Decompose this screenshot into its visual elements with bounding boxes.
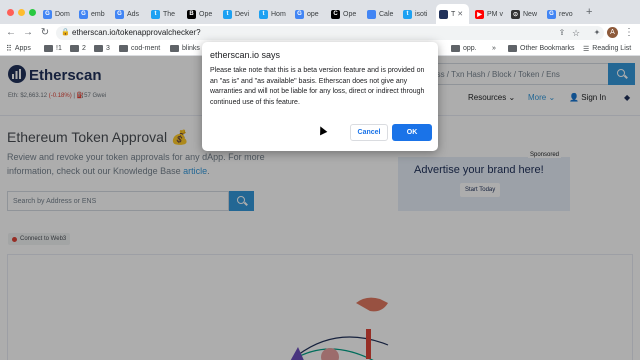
bookmark-folder[interactable]: 2 xyxy=(70,43,86,54)
tab-label: Ads xyxy=(127,10,140,18)
menu-icon[interactable]: ⋮ xyxy=(623,27,635,39)
folder-icon xyxy=(508,45,517,52)
bookmark-folder[interactable]: blinks xyxy=(170,43,200,54)
browser-tab[interactable]: T ✕ xyxy=(436,4,469,24)
browser-tab[interactable]: G Dom xyxy=(40,4,73,24)
browser-tab[interactable]: t Devi xyxy=(220,4,253,24)
folder-icon xyxy=(170,45,179,52)
browser-tab[interactable]: B Ope xyxy=(184,4,217,24)
tab-label: Hom xyxy=(271,10,286,18)
tab-bar: G Dom Gemb G Ads t The B Ope t Devi t Hom Gope C Ope Cal… xyxy=(0,0,640,26)
reload-icon[interactable]: ↻ xyxy=(39,27,51,39)
tab-label: Ope xyxy=(199,10,213,18)
tab-label: Cale xyxy=(379,10,394,18)
tab-label: Dom xyxy=(55,10,70,18)
twitter-icon: t xyxy=(151,9,160,19)
browser-toolbar: ← → ↻ 🔒 etherscan.io/tokenapprovalchecke… xyxy=(0,24,640,41)
address-bar[interactable]: 🔒 etherscan.io/tokenapprovalchecker? xyxy=(56,26,604,40)
browser-tab[interactable]: Cale xyxy=(364,4,397,24)
browser-tab[interactable]: G Ads xyxy=(112,4,145,24)
tab-label: Devi xyxy=(235,10,250,18)
bookmark-folder[interactable]: !1 xyxy=(44,43,62,54)
forward-icon[interactable]: → xyxy=(22,27,34,39)
google-icon: G xyxy=(295,9,304,19)
b-icon: B xyxy=(187,9,196,19)
etherscan-icon xyxy=(439,9,448,19)
ok-button[interactable]: OK xyxy=(392,124,432,141)
tab-label: PM v xyxy=(487,10,503,18)
folder-icon xyxy=(94,45,103,52)
tab-label: ope xyxy=(307,10,319,18)
twitter-icon: t xyxy=(403,9,412,19)
bookmark-folder[interactable]: 3 xyxy=(94,43,110,54)
maximize-window-button[interactable] xyxy=(29,9,36,16)
folder-icon xyxy=(70,45,79,52)
dialog-message: Please take note that this is a beta ver… xyxy=(210,67,425,106)
back-icon[interactable]: ← xyxy=(5,27,17,39)
new-tab-button[interactable]: + xyxy=(586,6,592,18)
apps-grid-icon: ⠿ xyxy=(6,44,12,53)
google-icon: G xyxy=(547,9,556,19)
reading-list-icon: ☰ xyxy=(583,45,590,53)
minimize-window-button[interactable] xyxy=(18,9,25,16)
folder-icon xyxy=(119,45,128,52)
close-window-button[interactable] xyxy=(7,9,14,16)
share-icon[interactable]: ⇪ xyxy=(556,27,568,39)
more-bookmarks-button[interactable]: » xyxy=(492,43,496,54)
bookmark-reading-list[interactable]: ☰ Reading List xyxy=(583,43,631,54)
browser-tab[interactable]: Grevo xyxy=(544,4,577,24)
browser-tab[interactable]: Gope xyxy=(292,4,325,24)
profile-avatar[interactable]: A xyxy=(607,27,618,38)
browser-tab[interactable]: ⊙ New xyxy=(508,4,541,24)
bookmark-folder[interactable]: cod-ment xyxy=(119,43,160,54)
browser-tab[interactable]: ▶ PM v xyxy=(472,4,505,24)
google-icon: G xyxy=(115,9,124,19)
extensions-icon[interactable]: ✦ xyxy=(591,27,603,39)
browser-tab[interactable]: t Hom xyxy=(256,4,289,24)
google-icon: G xyxy=(43,9,52,19)
browser-tab[interactable]: t The xyxy=(148,4,181,24)
cancel-button[interactable]: Cancel xyxy=(350,124,388,141)
tab-label: T xyxy=(451,10,456,18)
twitter-icon: t xyxy=(223,9,232,19)
tab-label: New xyxy=(523,10,538,18)
folder-icon xyxy=(44,45,53,52)
browser-tab[interactable]: C Ope xyxy=(328,4,361,24)
bookmark-other[interactable]: Other Bookmarks xyxy=(508,43,574,54)
tab-label: The xyxy=(163,10,176,18)
tab-label: isoti xyxy=(415,10,428,18)
calendar-icon xyxy=(367,9,376,19)
twitter-icon: t xyxy=(259,9,268,19)
folder-icon xyxy=(451,45,460,52)
dialog-title: etherscan.io says xyxy=(210,50,281,60)
github-icon: ⊙ xyxy=(511,9,520,19)
youtube-icon: ▶ xyxy=(475,9,484,19)
tab-label: Ope xyxy=(343,10,357,18)
google-icon: G xyxy=(79,9,88,19)
url-text: etherscan.io/tokenapprovalchecker? xyxy=(72,28,201,37)
close-tab-icon[interactable]: ✕ xyxy=(457,10,463,18)
tab-label: emb xyxy=(91,10,105,18)
lock-icon: 🔒 xyxy=(61,29,70,36)
browser-tab[interactable]: Gemb xyxy=(76,4,109,24)
browser-tab[interactable]: t isoti xyxy=(400,4,433,24)
bookmark-apps[interactable]: ⠿ Apps xyxy=(6,43,31,54)
tab-label: revo xyxy=(559,10,573,18)
star-icon[interactable]: ☆ xyxy=(570,27,582,39)
bookmark-folder[interactable]: opp. xyxy=(451,43,477,54)
c-icon: C xyxy=(331,9,340,19)
